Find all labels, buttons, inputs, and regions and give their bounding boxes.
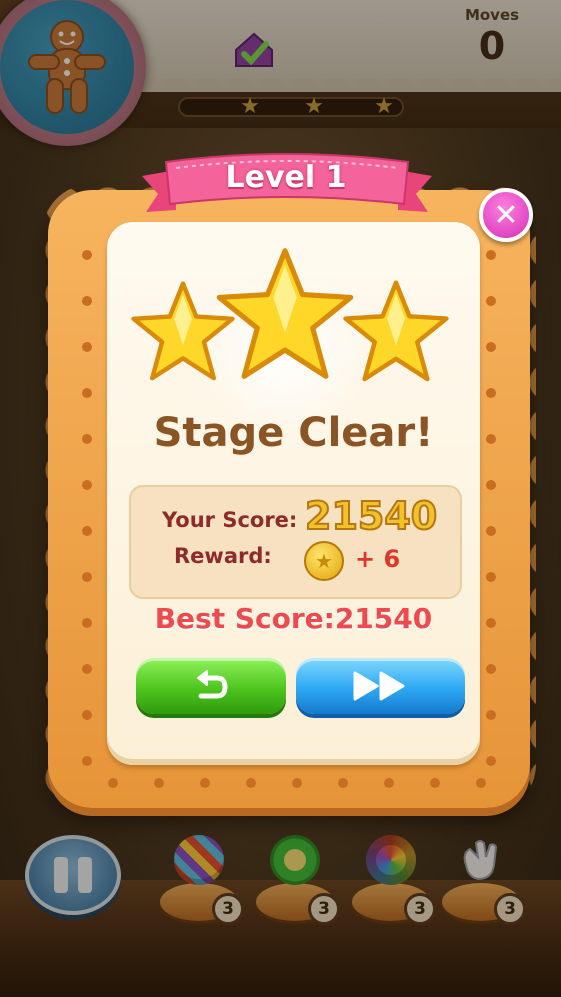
level-title: Level 1	[225, 160, 347, 195]
biscuit-dot	[486, 618, 496, 628]
gingerbread-man-icon	[28, 20, 106, 114]
biscuit-dot	[82, 250, 92, 260]
booster-shuffle[interactable]: 3	[256, 835, 340, 925]
undo-arrow-icon	[197, 670, 228, 699]
rainbow-donut-icon	[366, 835, 416, 885]
booster-striped-candy[interactable]: 3	[160, 835, 244, 925]
biscuit-dot	[486, 388, 496, 398]
biscuit-dot	[82, 756, 92, 766]
biscuit-dot	[82, 710, 92, 720]
biscuit-dot	[82, 296, 92, 306]
close-x-icon: ✕	[493, 197, 519, 233]
biscuit-dot	[486, 434, 496, 444]
retry-button[interactable]	[136, 658, 286, 714]
goal-complete-icon	[235, 32, 273, 67]
reward-label: Reward:	[174, 544, 272, 568]
biscuit-dot	[384, 778, 394, 788]
biscuit-dot	[246, 778, 256, 788]
biscuit-dot	[82, 526, 92, 536]
biscuit-dot	[486, 296, 496, 306]
moves-label: Moves	[464, 6, 520, 24]
biscuit-dot	[486, 664, 496, 674]
booster-rainbow-donut[interactable]: 3	[352, 835, 436, 925]
score-progress-bar: ★ ★ ★	[178, 94, 404, 119]
biscuit-dot	[486, 756, 496, 766]
progress-star-icon: ★	[240, 94, 260, 119]
shuffle-candy-icon	[270, 835, 320, 885]
biscuit-dot	[82, 618, 92, 628]
star-icon-center	[216, 248, 354, 379]
biscuit-dot	[486, 250, 496, 260]
biscuit-dot	[82, 664, 92, 674]
biscuit-dot	[82, 434, 92, 444]
moves-counter: 0	[478, 24, 506, 68]
glove-hand-icon	[463, 840, 498, 881]
stage-clear-heading: Stage Clear!	[153, 410, 434, 456]
star-icon-right	[343, 280, 449, 382]
coin-icon: ★	[304, 541, 344, 581]
striped-candy-icon	[174, 835, 224, 885]
progress-star-icon: ★	[304, 94, 324, 119]
booster-count-badge: 3	[308, 893, 340, 925]
biscuit-dot	[486, 480, 496, 490]
your-score-value: 21540	[304, 493, 438, 539]
biscuit-dot	[486, 710, 496, 720]
booster-count-badge: 3	[404, 893, 436, 925]
pause-icon	[54, 857, 68, 893]
biscuit-dot	[82, 388, 92, 398]
biscuit-dot	[108, 778, 118, 788]
biscuit-dot	[292, 778, 302, 788]
biscuit-dot	[82, 480, 92, 490]
reward-value: + 6	[355, 545, 401, 573]
close-button[interactable]: ✕	[479, 188, 533, 242]
biscuit-dot	[486, 526, 496, 536]
biscuit-dot	[476, 778, 486, 788]
fast-forward-icon	[353, 671, 404, 701]
biscuit-dot	[82, 572, 92, 582]
booster-glove-hand[interactable]: 3	[442, 835, 526, 925]
pause-button[interactable]	[25, 835, 121, 915]
biscuit-dot	[338, 778, 348, 788]
biscuit-dot	[200, 778, 210, 788]
biscuit-dot	[486, 572, 496, 582]
biscuit-dot	[486, 342, 496, 352]
biscuit-dot	[430, 778, 440, 788]
biscuit-dot	[82, 342, 92, 352]
best-score-text: Best Score:21540	[154, 602, 433, 635]
progress-star-icon: ★	[374, 94, 394, 119]
your-score-label: Your Score:	[162, 508, 298, 532]
booster-count-badge: 3	[494, 893, 526, 925]
booster-count-badge: 3	[212, 893, 244, 925]
biscuit-dot	[154, 778, 164, 788]
next-level-button[interactable]	[296, 658, 465, 714]
